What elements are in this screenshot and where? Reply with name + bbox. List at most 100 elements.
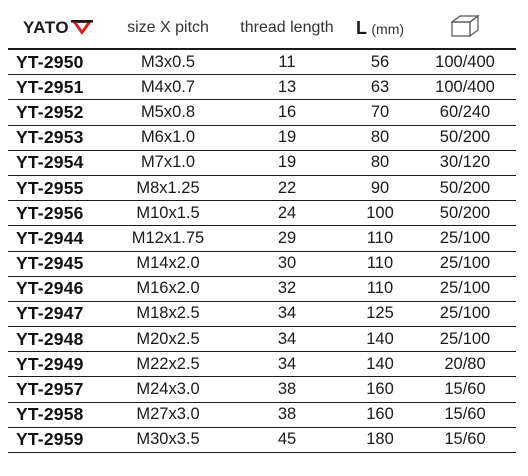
cell-thread-length: 30 [228,251,346,277]
cell-size-pitch: M3x0.5 [108,49,228,76]
header-package [414,8,516,49]
cell-length: 56 [346,49,414,76]
cell-length: 110 [346,225,414,252]
box-icon [450,14,480,37]
cell-thread-length: 11 [228,49,346,76]
cell-code: YT-2949 [8,351,108,378]
cell-size-pitch: M4x0.7 [108,74,228,101]
cell-length: 70 [346,99,414,126]
cell-length: 125 [346,301,414,328]
table-row: YT-2951 M4x0.7 13 63 100/400 [8,74,516,101]
cell-thread-length: 19 [228,125,346,151]
cell-code: YT-2955 [8,175,108,202]
cell-size-pitch: M22x2.5 [108,351,228,378]
table-row: YT-2959 M30x3.5 45 180 15/60 [8,427,516,454]
cell-length: 110 [346,251,414,277]
cell-package: 15/60 [414,402,516,428]
spec-table-container: YATO size X pitch thread length L (mm) Y… [8,8,516,454]
cell-code: YT-2948 [8,326,108,353]
table-row: YT-2945 M14x2.0 30 110 25/100 [8,251,516,277]
cell-package: 100/400 [414,74,516,101]
table-row: YT-2958 M27x3.0 38 160 15/60 [8,402,516,428]
brand-logo-cell: YATO [8,8,108,49]
cell-package: 15/60 [414,427,516,454]
cell-package: 50/200 [414,125,516,151]
cell-package: 30/120 [414,150,516,176]
table-row: YT-2957 M24x3.0 38 160 15/60 [8,376,516,403]
cell-code: YT-2953 [8,125,108,151]
cell-code: YT-2947 [8,301,108,328]
cell-code: YT-2957 [8,376,108,403]
cell-length: 180 [346,427,414,454]
cell-size-pitch: M14x2.0 [108,251,228,277]
cell-size-pitch: M10x1.5 [108,200,228,227]
cell-code: YT-2959 [8,427,108,454]
cell-length: 90 [346,175,414,202]
cell-code: YT-2958 [8,402,108,428]
cell-size-pitch: M16x2.0 [108,276,228,302]
cell-package: 20/80 [414,351,516,378]
cell-package: 50/200 [414,175,516,202]
table-header-row: YATO size X pitch thread length L (mm) [8,8,516,49]
cell-size-pitch: M6x1.0 [108,125,228,151]
cell-code: YT-2951 [8,74,108,101]
cell-package: 25/100 [414,276,516,302]
cell-package: 25/100 [414,225,516,252]
table-row: YT-2955 M8x1.25 22 90 50/200 [8,175,516,202]
cell-length: 140 [346,351,414,378]
brand-mark-icon [71,20,94,35]
brand-name: YATO [22,18,70,37]
table-row: YT-2949 M22x2.5 34 140 20/80 [8,351,516,378]
table-row: YT-2953 M6x1.0 19 80 50/200 [8,125,516,151]
cell-thread-length: 16 [228,99,346,126]
cell-thread-length: 45 [228,427,346,454]
cell-length: 63 [346,74,414,101]
header-size-pitch: size X pitch [127,19,209,36]
table-row: YT-2947 M18x2.5 34 125 25/100 [8,301,516,328]
header-length-letter: L [355,17,367,38]
cell-thread-length: 38 [228,376,346,403]
cell-size-pitch: M18x2.5 [108,301,228,328]
cell-length: 80 [346,150,414,176]
cell-code: YT-2956 [8,200,108,227]
table-row: YT-2950 M3x0.5 11 56 100/400 [8,49,516,76]
cell-thread-length: 13 [228,74,346,101]
table-row: YT-2944 M12x1.75 29 110 25/100 [8,225,516,252]
cell-thread-length: 32 [228,276,346,302]
cell-thread-length: 34 [228,326,346,353]
cell-thread-length: 38 [228,402,346,428]
cell-thread-length: 29 [228,225,346,252]
cell-code: YT-2944 [8,225,108,252]
spec-table: YATO size X pitch thread length L (mm) Y… [8,8,516,454]
cell-thread-length: 34 [228,301,346,328]
cell-code: YT-2952 [8,99,108,126]
cell-code: YT-2945 [8,251,108,277]
table-row: YT-2948 M20x2.5 34 140 25/100 [8,326,516,353]
cell-size-pitch: M24x3.0 [108,376,228,403]
cell-package: 100/400 [414,49,516,76]
cell-code: YT-2954 [8,150,108,176]
cell-size-pitch: M30x3.5 [108,427,228,454]
cell-thread-length: 22 [228,175,346,202]
cell-package: 60/240 [414,99,516,126]
cell-length: 160 [346,376,414,403]
cell-length: 140 [346,326,414,353]
cell-length: 160 [346,402,414,428]
table-row: YT-2954 M7x1.0 19 80 30/120 [8,150,516,176]
cell-thread-length: 19 [228,150,346,176]
table-row: YT-2952 M5x0.8 16 70 60/240 [8,99,516,126]
header-length-unit: (mm) [371,20,405,37]
cell-size-pitch: M8x1.25 [108,175,228,202]
cell-package: 25/100 [414,251,516,277]
header-thread-length: thread length [240,19,334,36]
cell-length: 100 [346,200,414,227]
cell-size-pitch: M7x1.0 [108,150,228,176]
table-row: YT-2956 M10x1.5 24 100 50/200 [8,200,516,227]
cell-size-pitch: M27x3.0 [108,402,228,428]
cell-package: 25/100 [414,326,516,353]
cell-thread-length: 24 [228,200,346,227]
cell-size-pitch: M20x2.5 [108,326,228,353]
cell-size-pitch: M12x1.75 [108,225,228,252]
brand-logo: YATO [22,18,94,38]
cell-code: YT-2946 [8,276,108,302]
